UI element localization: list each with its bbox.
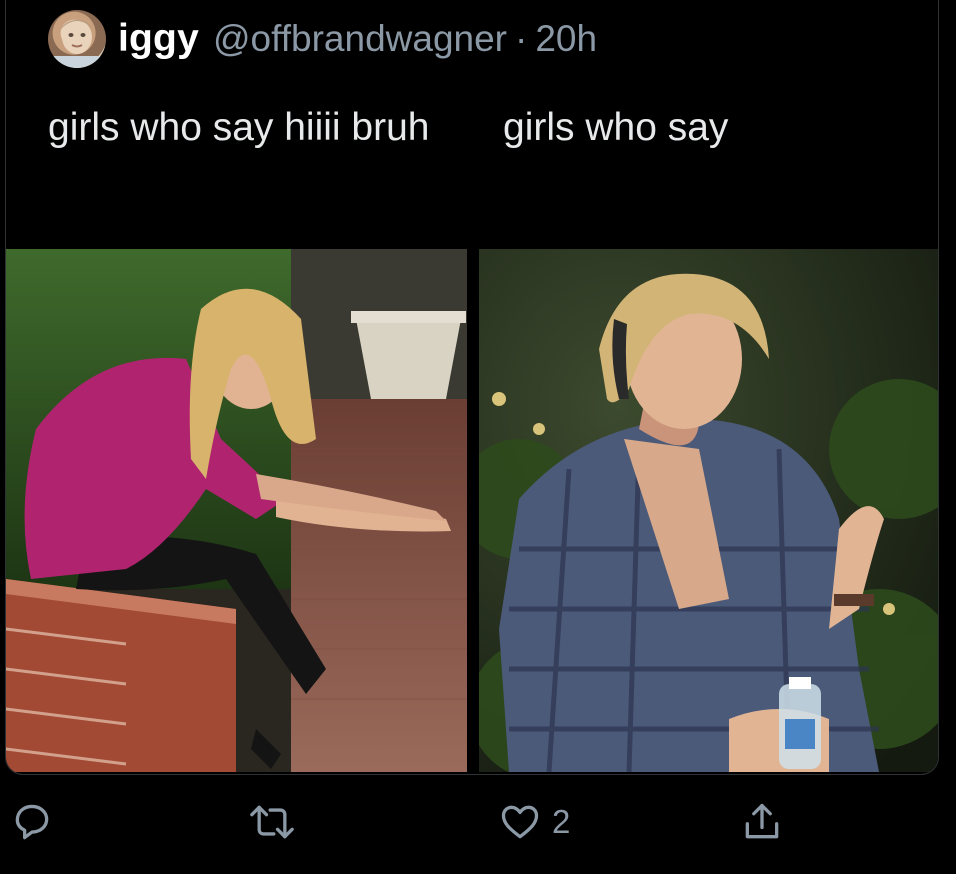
- like-button[interactable]: 2: [498, 800, 570, 844]
- left-photo[interactable]: [6, 249, 467, 772]
- retweet-icon: [246, 800, 298, 844]
- right-photo[interactable]: [479, 249, 938, 772]
- avatar[interactable]: [48, 10, 106, 68]
- separator-dot: ·: [515, 18, 528, 59]
- share-icon: [740, 800, 784, 844]
- tweet-actions: 2: [0, 800, 956, 850]
- like-count: 2: [552, 803, 571, 840]
- left-caption: girls who say hiiii bruh: [48, 106, 430, 149]
- timestamp[interactable]: 20h: [535, 18, 597, 60]
- reply-button[interactable]: [10, 800, 54, 844]
- reply-icon: [10, 800, 54, 844]
- image-divider: [467, 249, 479, 772]
- right-caption: girls who say: [503, 106, 729, 149]
- tweet-card[interactable]: iggy @offbrandwagner · 20h girls who say…: [5, 0, 939, 775]
- heart-icon: [498, 800, 542, 844]
- tweet-header: iggy @offbrandwagner · 20h: [48, 9, 597, 69]
- user-handle[interactable]: @offbrandwagner: [213, 18, 507, 60]
- share-button[interactable]: [740, 800, 784, 844]
- retweet-button[interactable]: [246, 800, 298, 844]
- display-name[interactable]: iggy: [118, 17, 199, 61]
